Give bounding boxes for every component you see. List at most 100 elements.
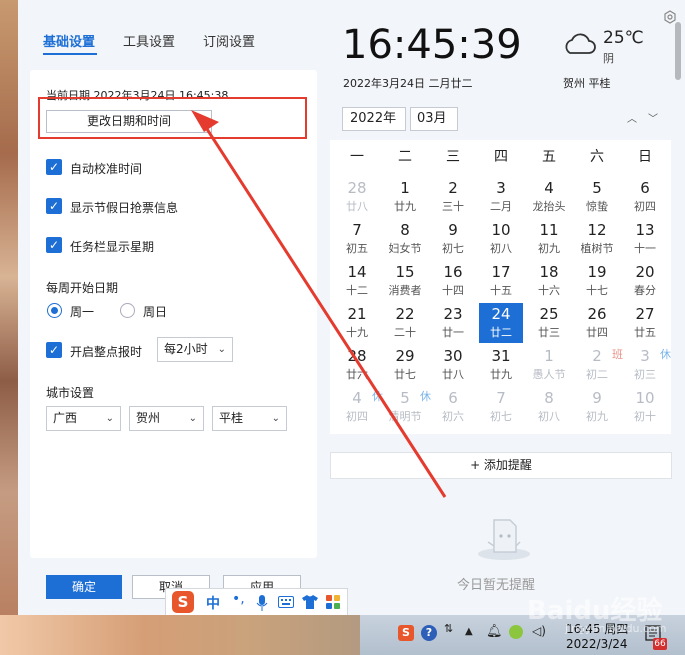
day-number: 16 [443, 263, 463, 281]
calendar-day[interactable]: 23 廿一 [431, 303, 475, 343]
punctuation-icon[interactable]: •, [232, 591, 245, 607]
temperature: 25℃ [603, 28, 644, 48]
calendar-day[interactable]: 3 初三休 [623, 345, 671, 385]
help-tray-icon[interactable]: ? [421, 625, 437, 641]
chime-interval-value: 每2小时 [164, 342, 208, 356]
week-start-sunday-radio[interactable] [120, 303, 135, 318]
chime-interval-select[interactable]: 每2小时 ⌄ [157, 337, 233, 362]
tray-date[interactable]: 2022/3/24 [566, 637, 628, 651]
calendar-day[interactable]: 18 十六 [527, 261, 571, 301]
day-number: 29 [395, 347, 415, 365]
clock-date: 2022年3月24日 二月廿二 [343, 77, 473, 90]
bell-tray-icon[interactable]: 🔔︎ [486, 624, 503, 639]
day-number: 4 [544, 179, 554, 197]
year-select[interactable]: 2022年 [342, 107, 406, 131]
month-select[interactable]: 03月 [410, 107, 458, 131]
calendar-day[interactable]: 28 廿八 [335, 177, 379, 217]
week-start-monday-radio[interactable] [47, 303, 62, 318]
calendar-day[interactable]: 13 十一 [623, 219, 667, 259]
lunar-date: 廿二 [490, 326, 512, 339]
chevron-down-icon[interactable]: ﹀ [648, 110, 658, 125]
county-select[interactable]: 平桂 ⌄ [212, 406, 287, 431]
chevron-up-icon[interactable]: ︿ [627, 110, 637, 125]
keyboard-icon[interactable] [278, 596, 294, 608]
confirm-button[interactable]: 确定 [46, 575, 122, 599]
calendar-day[interactable]: 4 龙抬头 [527, 177, 571, 217]
calendar-day[interactable]: 2 三十 [431, 177, 475, 217]
calendar-day[interactable]: 9 初七 [431, 219, 475, 259]
lunar-date: 春分 [634, 284, 656, 297]
calendar-day[interactable]: 1 廿九 [383, 177, 427, 217]
calendar-day[interactable]: 10 初十 [623, 387, 667, 427]
calendar-day[interactable]: 30 廿八 [431, 345, 475, 385]
weekday-label: 日 [638, 149, 652, 165]
calendar-day[interactable]: 3 二月 [479, 177, 523, 217]
scrollbar-thumb[interactable] [675, 22, 681, 80]
microphone-icon[interactable] [256, 595, 268, 611]
taskbar-weekday-checkbox[interactable]: ✓ [46, 237, 62, 253]
calendar-day[interactable]: 8 初八 [527, 387, 571, 427]
calendar-day[interactable]: 5 清明节休 [383, 387, 432, 427]
lunar-date: 廿三 [538, 326, 560, 339]
weekday-label: 五 [542, 149, 556, 165]
calendar-day[interactable]: 4 初四休 [335, 387, 383, 427]
calendar-day[interactable]: 16 十四 [431, 261, 475, 301]
calendar-day[interactable]: 7 初五 [335, 219, 379, 259]
day-number: 6 [640, 179, 650, 197]
day-number: 13 [635, 221, 655, 239]
day-number: 23 [443, 305, 463, 323]
calendar-day[interactable]: 15 消费者 [383, 261, 427, 301]
tab-basic-settings[interactable]: 基础设置 [43, 31, 95, 50]
province-select[interactable]: 广西 ⌄ [46, 406, 121, 431]
calendar-day[interactable]: 2 初二班 [575, 345, 623, 385]
calendar-day[interactable]: 1 愚人节 [527, 345, 571, 385]
holiday-info-checkbox[interactable]: ✓ [46, 198, 62, 214]
calendar-day[interactable]: 7 初七 [479, 387, 523, 427]
holiday-rest-badge: 休 [420, 390, 431, 403]
city-select[interactable]: 贺州 ⌄ [129, 406, 204, 431]
ime-mode-chinese[interactable]: 中 [206, 593, 220, 613]
calendar-day[interactable]: 11 初九 [527, 219, 571, 259]
tab-tool-settings[interactable]: 工具设置 [123, 31, 175, 50]
sogou-ime-icon[interactable]: S [172, 591, 194, 613]
weather-condition: 阴 [603, 52, 614, 65]
tab-subscribe-settings[interactable]: 订阅设置 [203, 31, 255, 50]
add-reminder-button[interactable]: + 添加提醒 [330, 452, 672, 479]
lunar-date: 初八 [538, 410, 560, 423]
calendar-day[interactable]: 22 二十 [383, 303, 427, 343]
auto-sync-checkbox[interactable]: ✓ [46, 159, 62, 175]
network-tray-icon[interactable]: ⇅ [444, 622, 453, 635]
calendar-day[interactable]: 6 初四 [623, 177, 667, 217]
calendar-day[interactable]: 10 初八 [479, 219, 523, 259]
calendar-day[interactable]: 21 十九 [335, 303, 379, 343]
day-number: 10 [491, 221, 511, 239]
calendar-day[interactable]: 12 植树节 [575, 219, 619, 259]
sogou-tray-icon[interactable]: S [398, 625, 414, 641]
day-number: 7 [496, 389, 506, 407]
hourly-chime-checkbox[interactable]: ✓ [46, 342, 62, 358]
calendar-day[interactable]: 31 廿九 [479, 345, 523, 385]
lunar-date: 廿八 [346, 200, 368, 213]
calendar-day-today[interactable]: 24 廿二 [479, 303, 523, 343]
security-tray-icon[interactable] [509, 625, 523, 639]
calendar-day[interactable]: 19 十七 [575, 261, 619, 301]
calendar-day[interactable]: 25 廿三 [527, 303, 571, 343]
calendar-day[interactable]: 28 廿六 [335, 345, 379, 385]
calendar-day[interactable]: 20 春分 [623, 261, 667, 301]
calendar-day[interactable]: 5 惊蛰 [575, 177, 619, 217]
calendar-day[interactable]: 9 初九 [575, 387, 619, 427]
skin-shirt-icon[interactable] [302, 595, 318, 609]
calendar-day[interactable]: 14 十二 [335, 261, 379, 301]
calendar-day[interactable]: 17 十五 [479, 261, 523, 301]
calendar-day[interactable]: 6 初六 [431, 387, 475, 427]
toolbox-grid-icon[interactable] [326, 595, 340, 609]
calendar-day[interactable]: 29 廿七 [383, 345, 427, 385]
weather-location: 贺州 平桂 [563, 77, 611, 90]
calendar-day[interactable]: 26 廿四 [575, 303, 619, 343]
day-number: 21 [347, 305, 367, 323]
lunar-date: 初六 [442, 410, 464, 423]
cloud-icon [565, 33, 596, 54]
calendar-day[interactable]: 27 廿五 [623, 303, 667, 343]
calendar-day[interactable]: 8 妇女节 [383, 219, 427, 259]
tray-expand-icon[interactable]: ▲ [465, 626, 473, 637]
